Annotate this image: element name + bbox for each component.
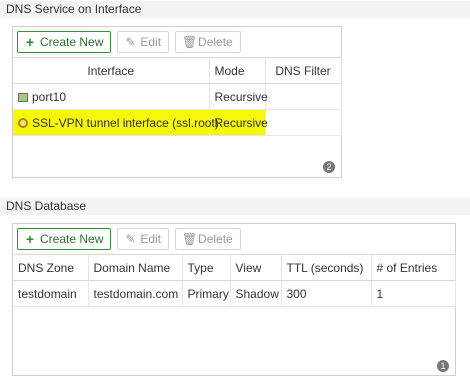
column-header-mode[interactable]: Mode: [209, 57, 266, 84]
create-new-button[interactable]: + Create New: [17, 31, 112, 53]
pencil-icon: ✎: [125, 35, 136, 49]
ttl-cell: 300: [281, 280, 372, 307]
column-header-domain-name[interactable]: Domain Name: [88, 254, 183, 281]
interface-cell: port10: [13, 83, 210, 110]
interface-cell: SSL-VPN tunnel interface (ssl.root): [13, 109, 219, 136]
dns-service-section-title: DNS Service on Interface: [0, 1, 470, 18]
dns-service-panel: + Create New ✎ Edit 🗑 Delete Interface M…: [12, 26, 342, 178]
plus-icon: +: [25, 34, 35, 50]
type-cell: Primary: [182, 280, 231, 307]
column-header-ttl[interactable]: TTL (seconds): [281, 254, 372, 281]
column-header-interface[interactable]: Interface: [13, 57, 210, 84]
mode-cell: Recursive: [209, 109, 268, 136]
dns-filter-cell: [265, 109, 342, 136]
create-new-label: Create New: [40, 232, 104, 246]
entries-cell: 1: [371, 280, 456, 307]
edit-button[interactable]: ✎ Edit: [117, 228, 170, 250]
table-row[interactable]: port10 Recursive: [13, 83, 342, 110]
edit-label: Edit: [140, 232, 162, 246]
edit-button[interactable]: ✎ Edit: [117, 31, 170, 53]
port-icon: [18, 92, 28, 102]
dns-database-table: DNS Zone Domain Name Type View TTL (seco…: [13, 254, 456, 307]
row-count-badge: 1: [437, 360, 449, 372]
trash-icon: 🗑: [182, 35, 198, 49]
trash-icon: 🗑: [182, 232, 198, 246]
create-new-button[interactable]: + Create New: [17, 228, 112, 250]
column-header-dns-zone[interactable]: DNS Zone: [13, 254, 89, 281]
domain-name-cell: testdomain.com: [88, 280, 183, 307]
column-header-type[interactable]: Type: [182, 254, 231, 281]
create-new-label: Create New: [40, 35, 104, 49]
delete-button[interactable]: 🗑 Delete: [175, 31, 241, 53]
plus-icon: +: [25, 231, 35, 247]
table-header-row: Interface Mode DNS Filter: [13, 57, 342, 84]
column-header-view[interactable]: View: [230, 254, 282, 281]
mode-cell: Recursive: [209, 83, 268, 110]
row-count-badge: 2: [323, 161, 335, 173]
pencil-icon: ✎: [125, 232, 136, 246]
column-header-entries[interactable]: # of Entries: [371, 254, 456, 281]
dns-database-panel: + Create New ✎ Edit 🗑 Delete DNS Zone Do…: [12, 223, 456, 376]
column-header-dns-filter[interactable]: DNS Filter: [265, 57, 342, 84]
dns-database-toolbar: + Create New ✎ Edit 🗑 Delete: [17, 228, 241, 250]
table-header-row: DNS Zone Domain Name Type View TTL (seco…: [13, 254, 456, 281]
dns-service-toolbar: + Create New ✎ Edit 🗑 Delete: [17, 31, 241, 53]
interface-name: SSL-VPN tunnel interface (ssl.root): [32, 115, 219, 130]
view-cell: Shadow: [230, 280, 282, 307]
dns-zone-cell: testdomain: [13, 280, 89, 307]
delete-label: Delete: [198, 232, 233, 246]
table-row[interactable]: SSL-VPN tunnel interface (ssl.root) Recu…: [13, 109, 342, 136]
dns-database-section-title: DNS Database: [0, 198, 470, 215]
table-row[interactable]: testdomain testdomain.com Primary Shadow…: [13, 280, 456, 307]
dns-service-table: Interface Mode DNS Filter port10 Recursi…: [13, 57, 342, 136]
delete-button[interactable]: 🗑 Delete: [175, 228, 241, 250]
vpn-tunnel-icon: [18, 118, 28, 129]
delete-label: Delete: [198, 35, 233, 49]
interface-name: port10: [32, 89, 67, 104]
dns-filter-cell: [265, 83, 342, 110]
edit-label: Edit: [140, 35, 162, 49]
